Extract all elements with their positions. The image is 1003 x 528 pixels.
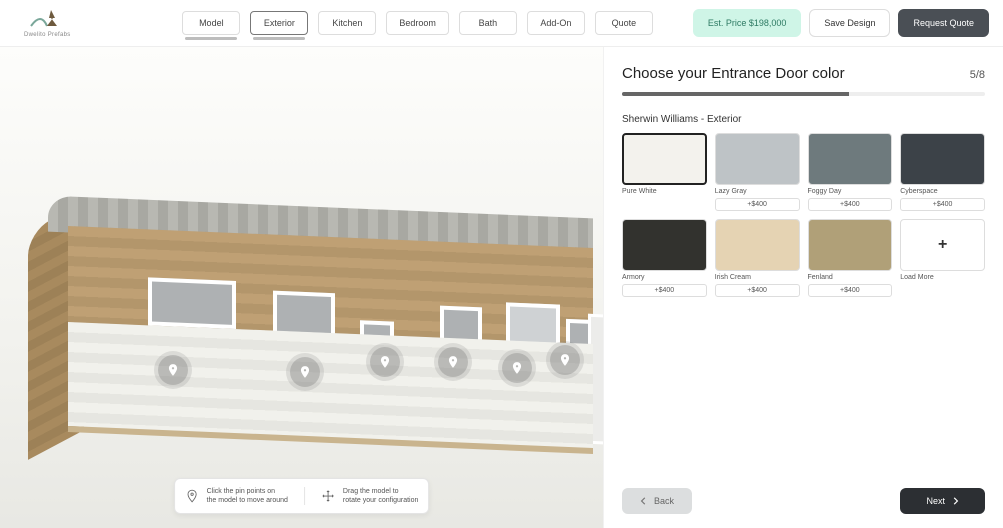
- swatch-grid: Pure WhiteLazy Gray+$400Foggy Day+$400Cy…: [622, 133, 985, 297]
- swatch-item: Foggy Day +$400: [808, 133, 893, 211]
- house-model: [28, 207, 593, 457]
- tab-model[interactable]: Model: [182, 11, 240, 35]
- swatch-label: Pure White: [622, 188, 707, 195]
- chevron-right-icon: [951, 497, 959, 505]
- swatch-label: Fenland: [808, 274, 893, 281]
- chevron-left-icon: [640, 497, 648, 505]
- hint-click: Click the pin points on the model to mov…: [185, 487, 288, 505]
- color-swatch[interactable]: [808, 219, 893, 271]
- logo[interactable]: Dwelito Prefabs: [24, 8, 71, 38]
- move-icon: [321, 489, 335, 503]
- color-swatch[interactable]: [900, 133, 985, 185]
- color-swatch[interactable]: [622, 219, 707, 271]
- tab-bath[interactable]: Bath: [459, 11, 517, 35]
- panel-title: Choose your Entrance Door color: [622, 65, 845, 82]
- view-pin-icon[interactable]: [438, 347, 468, 377]
- swatch-item: Lazy Gray +$400: [715, 133, 800, 211]
- swatch-item: Fenland +$400: [808, 219, 893, 297]
- view-pin-icon[interactable]: [550, 345, 580, 375]
- panel-step-indicator: 5/8: [970, 69, 985, 81]
- swatch-item: Cyberspace +$400: [900, 133, 985, 211]
- view-pin-icon[interactable]: [370, 347, 400, 377]
- color-swatch[interactable]: [715, 219, 800, 271]
- save-design-button[interactable]: Save Design: [809, 9, 890, 37]
- progress-bar: [622, 92, 985, 96]
- swatch-item: + Load More: [900, 219, 985, 297]
- load-more-label: Load More: [900, 274, 985, 281]
- swatch-label: Cyberspace: [900, 188, 985, 195]
- tab-quote[interactable]: Quote: [595, 11, 653, 35]
- swatch-item: Irish Cream +$400: [715, 219, 800, 297]
- view-pin-icon[interactable]: [290, 357, 320, 387]
- next-button[interactable]: Next: [900, 488, 985, 514]
- tab-add-on[interactable]: Add-On: [527, 11, 585, 35]
- swatch-label: Armory: [622, 274, 707, 281]
- section-title: Sherwin Williams - Exterior: [622, 114, 985, 125]
- swatch-price: +$400: [808, 198, 893, 211]
- swatch-price: +$400: [808, 284, 893, 297]
- swatch-item: Armory +$400: [622, 219, 707, 297]
- swatch-label: Foggy Day: [808, 188, 893, 195]
- swatch-label: Lazy Gray: [715, 188, 800, 195]
- view-pin-icon[interactable]: [502, 353, 532, 383]
- tabs: Model Exterior Kitchen Bedroom Bath Add-…: [182, 11, 653, 35]
- swatch-price: +$400: [900, 198, 985, 211]
- viewer-hints: Click the pin points on the model to mov…: [174, 478, 430, 514]
- load-more-button[interactable]: +: [900, 219, 985, 271]
- color-swatch[interactable]: [715, 133, 800, 185]
- swatch-price: +$400: [622, 284, 707, 297]
- color-swatch[interactable]: [808, 133, 893, 185]
- swatch-price: +$400: [715, 284, 800, 297]
- tab-exterior[interactable]: Exterior: [250, 11, 308, 35]
- progress-fill: [622, 92, 849, 96]
- header-actions: Est. Price $198,000 Save Design Request …: [693, 9, 989, 37]
- swatch-label: Irish Cream: [715, 274, 800, 281]
- pin-icon: [185, 489, 199, 503]
- swatch-item: Pure White: [622, 133, 707, 211]
- tab-kitchen[interactable]: Kitchen: [318, 11, 376, 35]
- logo-icon: [27, 8, 67, 30]
- config-panel: Choose your Entrance Door color 5/8 Sher…: [603, 47, 1003, 528]
- view-pin-icon[interactable]: [158, 355, 188, 385]
- header: Dwelito Prefabs Model Exterior Kitchen B…: [0, 0, 1003, 47]
- logo-subtitle: Dwelito Prefabs: [24, 32, 71, 38]
- swatch-price: +$400: [715, 198, 800, 211]
- hint-drag: Drag the model to rotate your configurat…: [321, 487, 419, 505]
- back-button[interactable]: Back: [622, 488, 692, 514]
- color-swatch[interactable]: [622, 133, 707, 185]
- model-viewer[interactable]: Click the pin points on the model to mov…: [0, 47, 603, 528]
- estimated-price-button[interactable]: Est. Price $198,000: [693, 9, 802, 37]
- tab-bedroom[interactable]: Bedroom: [386, 11, 449, 35]
- content: Click the pin points on the model to mov…: [0, 47, 1003, 528]
- panel-footer: Back Next: [622, 476, 985, 514]
- request-quote-button[interactable]: Request Quote: [898, 9, 989, 37]
